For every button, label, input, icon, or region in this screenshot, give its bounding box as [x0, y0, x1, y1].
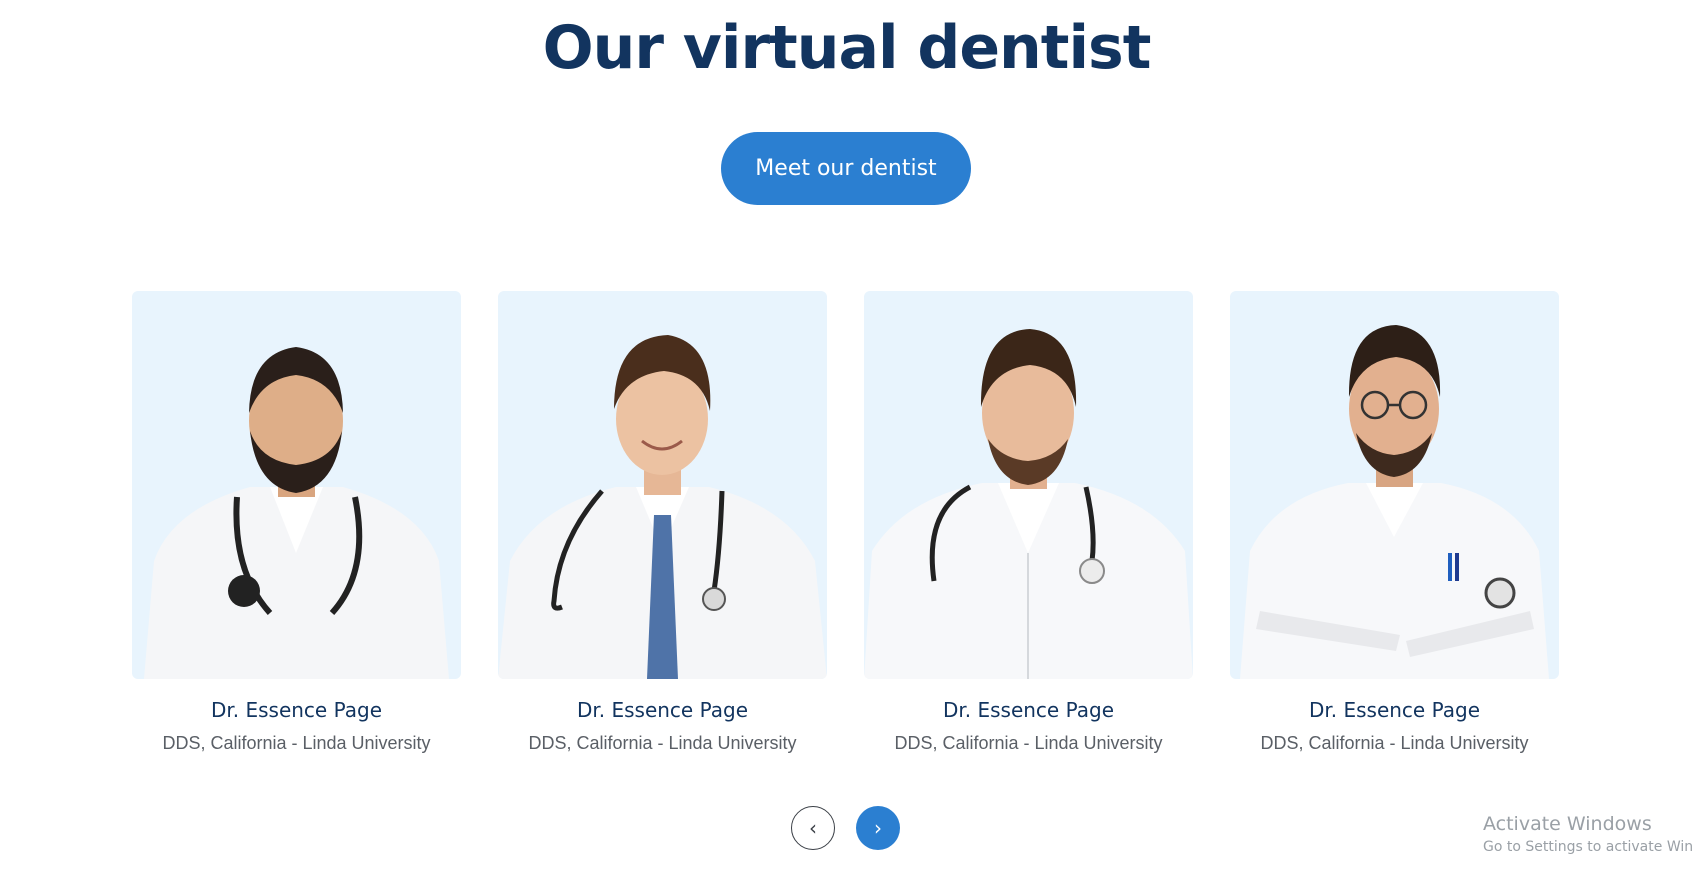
watermark-title: Activate Windows	[1483, 813, 1652, 835]
dentist-name: Dr. Essence Page	[210, 698, 383, 722]
carousel-prev-button[interactable]: ‹	[791, 806, 835, 850]
dentist-photo	[864, 291, 1193, 679]
dentist-credentials: DDS, California - Linda University	[1260, 733, 1529, 753]
meet-our-dentist-button[interactable]: Meet our dentist	[721, 132, 971, 205]
dentist-credentials: DDS, California - Linda University	[528, 733, 797, 753]
dentist-card[interactable]: Dr. Essence Page DDS, California - Linda…	[498, 291, 827, 755]
doctor-portrait-icon	[1240, 325, 1549, 679]
activate-windows-watermark: Activate Windows Go to Settings to activ…	[1483, 812, 1693, 857]
doctor-portrait-icon	[144, 347, 449, 679]
dentist-name: Dr. Essence Page	[1308, 698, 1481, 722]
dentist-credentials: DDS, California - Linda University	[162, 733, 431, 753]
dentist-photo	[498, 291, 827, 679]
doctor-portrait-icon	[864, 329, 1193, 679]
dentist-card[interactable]: Dr. Essence Page DDS, California - Linda…	[1230, 291, 1559, 755]
doctor-portrait-icon	[498, 335, 827, 679]
dentist-credentials: DDS, California - Linda University	[894, 733, 1163, 753]
section-title: Our virtual dentist	[542, 13, 1152, 83]
dentist-name: Dr. Essence Page	[942, 698, 1115, 722]
chevron-right-icon: ›	[874, 816, 882, 840]
dentist-photo	[1230, 291, 1559, 679]
dentist-photo	[132, 291, 461, 679]
dentist-card[interactable]: Dr. Essence Page DDS, California - Linda…	[132, 291, 461, 755]
dentist-name: Dr. Essence Page	[576, 698, 749, 722]
carousel-next-button[interactable]: ›	[856, 806, 900, 850]
watermark-subtitle: Go to Settings to activate Windows.	[1483, 839, 1693, 855]
chevron-left-icon: ‹	[809, 816, 817, 840]
dentist-card[interactable]: Dr. Essence Page DDS, California - Linda…	[864, 291, 1193, 755]
